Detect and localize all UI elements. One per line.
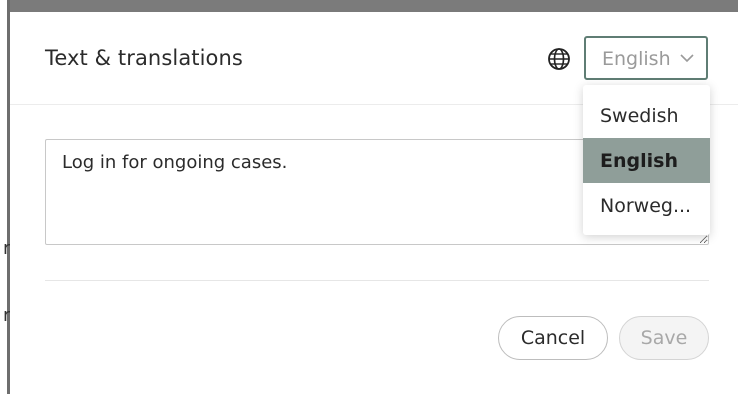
globe-icon <box>548 48 570 70</box>
footer-divider <box>45 280 709 281</box>
language-option-swedish[interactable]: Swedish <box>583 93 710 138</box>
language-dropdown-menu: Swedish English Norweg... <box>583 85 710 235</box>
save-button[interactable]: Save <box>619 316 709 360</box>
language-select[interactable]: English <box>584 36 708 80</box>
language-select-value: English <box>602 48 671 70</box>
backdrop-top <box>0 0 738 10</box>
language-option-english[interactable]: English <box>583 138 710 183</box>
backdrop-left-panel: r r <box>0 0 10 394</box>
chevron-down-icon <box>680 54 694 63</box>
cancel-button[interactable]: Cancel <box>498 316 608 360</box>
language-option-norwegian[interactable]: Norweg... <box>583 183 710 228</box>
dialog-title: Text & translations <box>45 46 243 70</box>
